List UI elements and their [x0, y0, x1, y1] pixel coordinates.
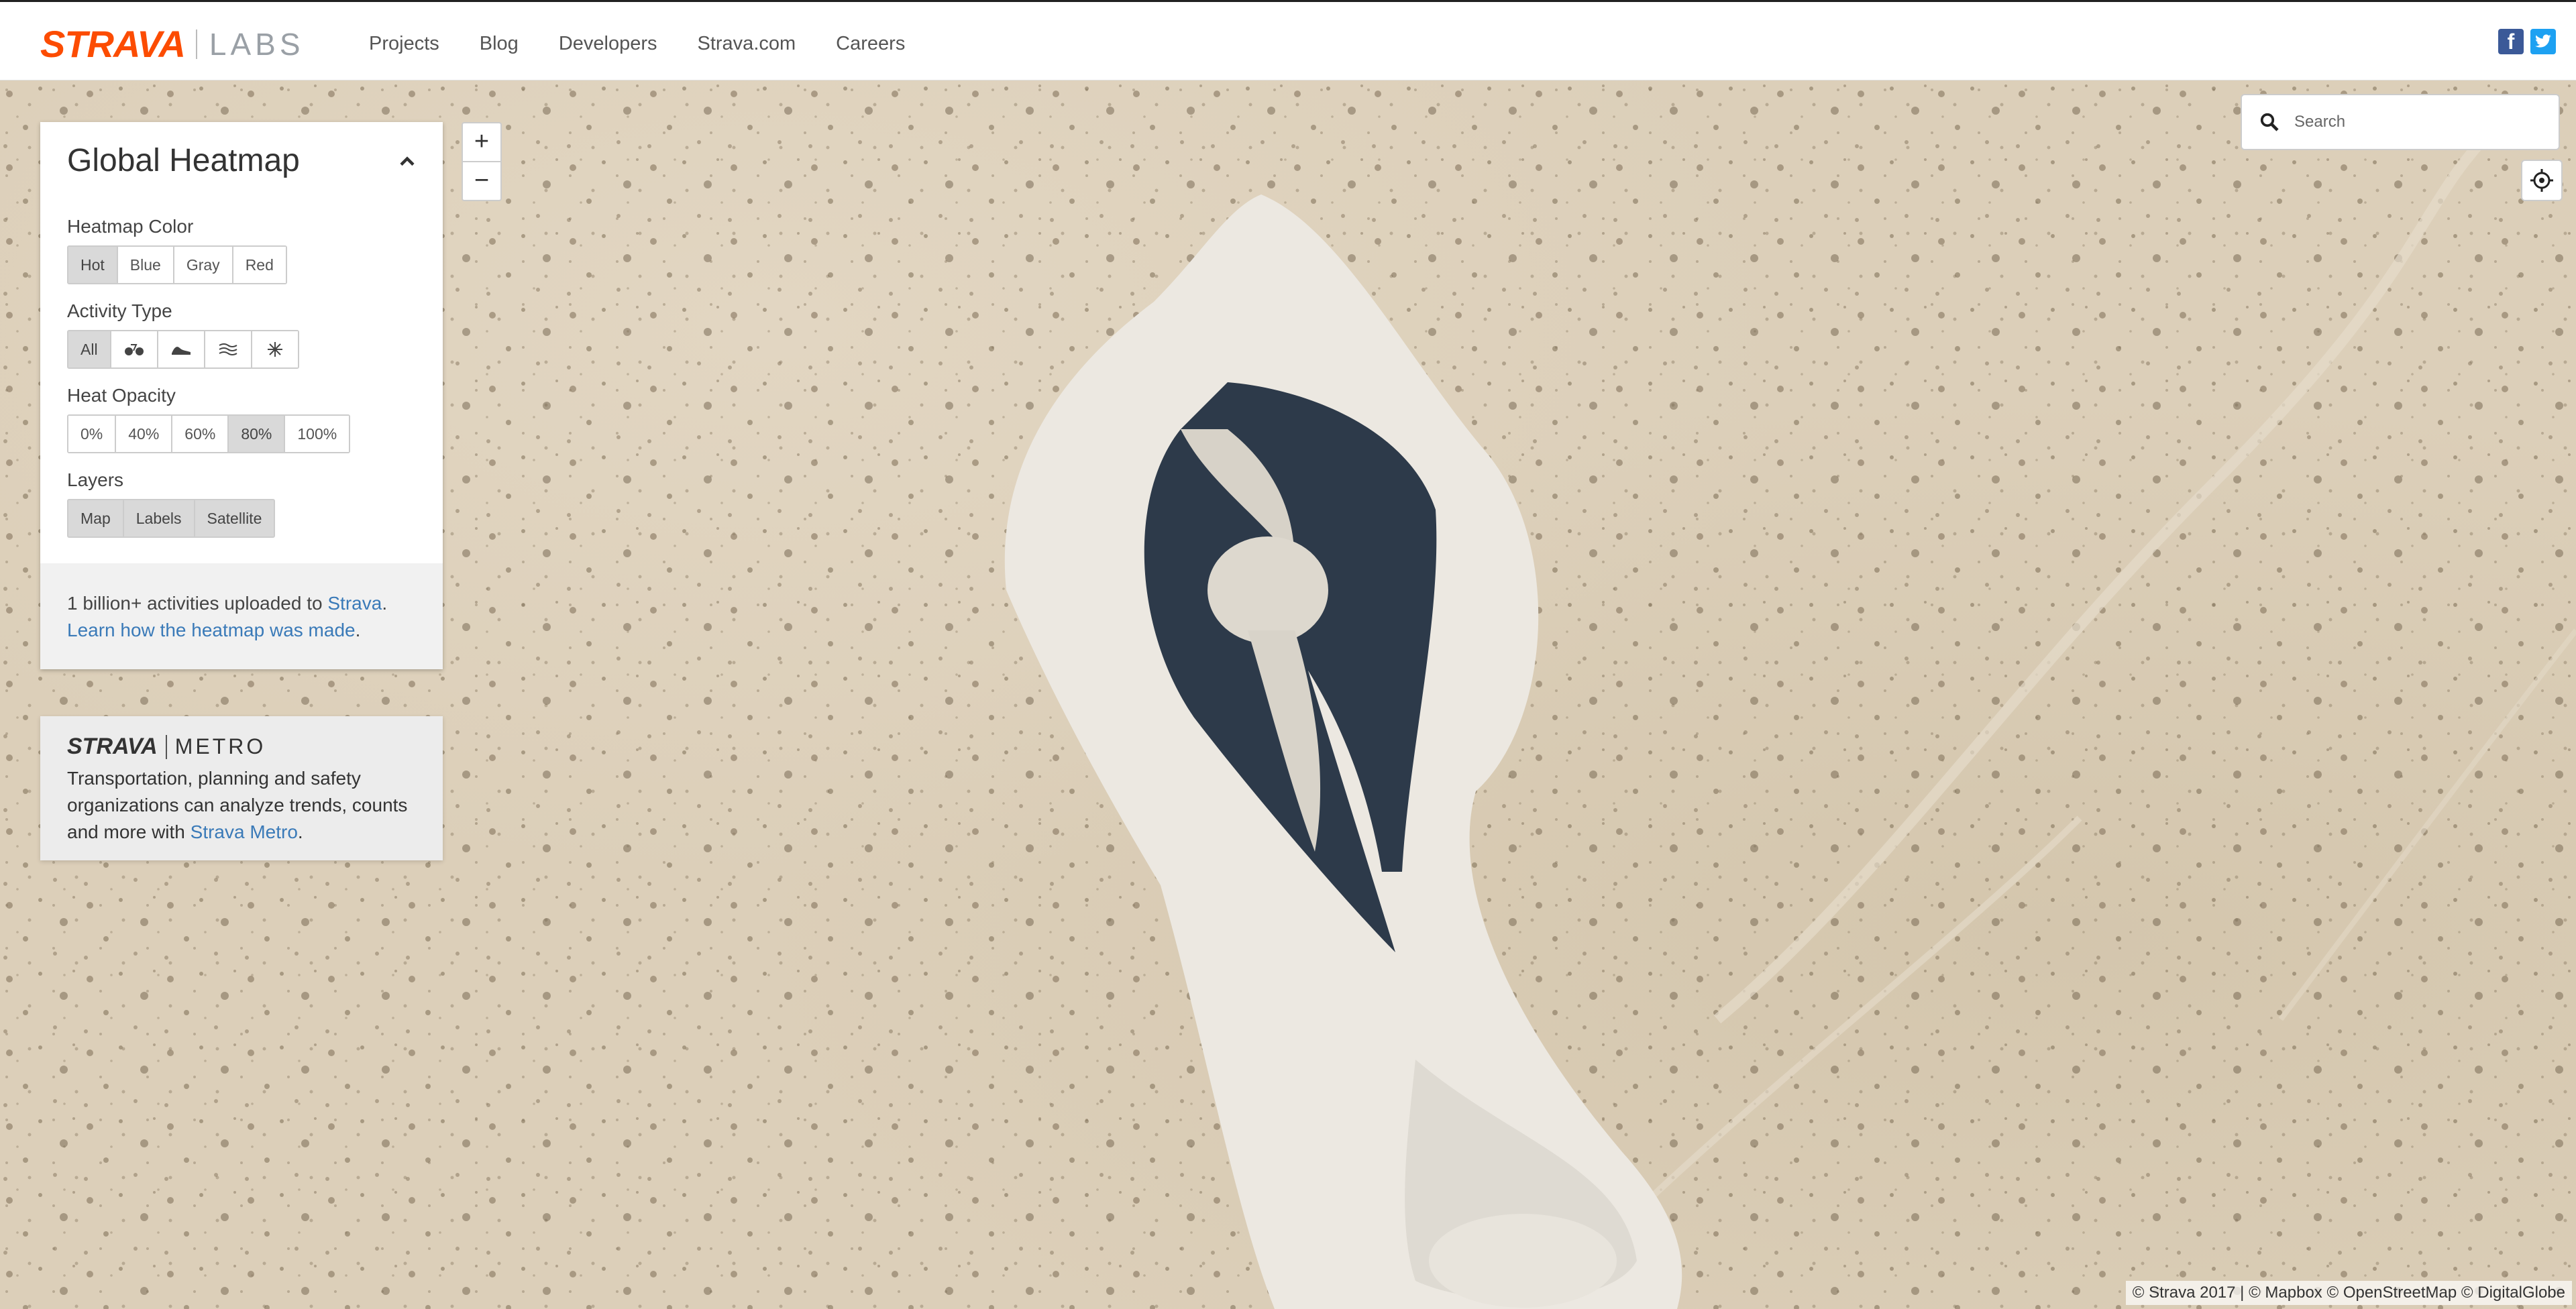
logo-divider	[195, 29, 197, 59]
metro-description: Transportation, planning and safety orga…	[67, 765, 416, 846]
info-text: 1 billion+ activities uploaded to	[67, 593, 328, 614]
facebook-icon[interactable]: f	[2498, 29, 2524, 54]
nav-link-strava-com[interactable]: Strava.com	[698, 30, 796, 57]
nav-link-blog[interactable]: Blog	[480, 30, 519, 57]
panel-title: Global Heatmap	[67, 143, 300, 178]
locate-me-button[interactable]	[2521, 160, 2563, 201]
winter-icon[interactable]	[252, 331, 298, 367]
heatmap-color-group: Hot Blue Gray Red	[67, 245, 287, 284]
strava-logo-text: STRAVA	[40, 23, 186, 65]
opacity-option-60[interactable]: 60%	[172, 416, 229, 452]
nav-link-developers[interactable]: Developers	[559, 30, 657, 57]
layer-option-labels[interactable]: Labels	[123, 500, 195, 536]
chevron-up-icon[interactable]	[397, 152, 417, 172]
strava-metro-promo: STRAVA METRO Transportation, planning an…	[40, 716, 443, 860]
zoom-out-button[interactable]: −	[463, 161, 500, 200]
activity-type-section: Activity Type All	[40, 300, 443, 369]
top-navigation-bar: STRAVA LABS Projects Blog Developers Str…	[0, 0, 2576, 80]
strava-link[interactable]: Strava	[327, 593, 382, 614]
map-search-box	[2241, 94, 2560, 150]
nav-link-projects[interactable]: Projects	[369, 30, 439, 57]
map-attribution[interactable]: © Strava 2017 | © Mapbox © OpenStreetMap…	[2125, 1281, 2572, 1305]
strava-metro-logo: STRAVA METRO	[67, 734, 416, 760]
crosshair-icon	[2530, 169, 2553, 192]
heat-opacity-section: Heat Opacity 0% 40% 60% 80% 100%	[40, 385, 443, 453]
opacity-option-80[interactable]: 80%	[229, 416, 286, 452]
metro-logo-strava: STRAVA	[67, 734, 158, 759]
color-option-gray[interactable]: Gray	[174, 247, 233, 283]
heatmap-info: 1 billion+ activities uploaded to Strava…	[40, 563, 443, 669]
social-links: f	[2498, 29, 2556, 54]
strava-metro-link[interactable]: Strava Metro	[191, 821, 298, 842]
metro-logo-divider	[165, 734, 167, 759]
opacity-option-100[interactable]: 100%	[285, 416, 350, 452]
search-input[interactable]	[2293, 112, 2551, 132]
heat-opacity-group: 0% 40% 60% 80% 100%	[67, 414, 351, 453]
water-icon[interactable]	[205, 331, 252, 367]
color-option-red[interactable]: Red	[233, 247, 286, 283]
opacity-option-40[interactable]: 40%	[116, 416, 173, 452]
color-option-blue[interactable]: Blue	[117, 247, 174, 283]
heatmap-settings-panel: Global Heatmap Heatmap Color Hot Blue Gr…	[40, 122, 443, 669]
learn-period: .	[355, 620, 361, 640]
run-icon[interactable]	[158, 331, 205, 367]
heatmap-color-label: Heatmap Color	[67, 216, 194, 237]
opacity-option-0[interactable]: 0%	[68, 416, 117, 452]
layers-label: Layers	[67, 469, 124, 490]
twitter-icon[interactable]	[2530, 29, 2556, 54]
panel-header: Global Heatmap	[40, 122, 443, 200]
nav-link-careers[interactable]: Careers	[836, 30, 905, 57]
layers-section: Layers Map Labels Satellite	[40, 469, 443, 538]
strava-labs-logo[interactable]: STRAVA LABS	[40, 22, 305, 66]
layer-option-satellite[interactable]: Satellite	[195, 500, 274, 536]
zoom-in-button[interactable]: +	[463, 123, 500, 161]
color-option-hot[interactable]: Hot	[68, 247, 118, 283]
metro-logo-metro: METRO	[174, 734, 266, 758]
metro-period: .	[297, 821, 303, 842]
main-nav: Projects Blog Developers Strava.com Care…	[369, 30, 945, 57]
activity-option-all[interactable]: All	[68, 331, 111, 367]
zoom-controls: + −	[462, 122, 502, 201]
layers-group: Map Labels Satellite	[67, 499, 276, 538]
info-period: .	[382, 593, 388, 614]
heatmap-color-section: Heatmap Color Hot Blue Gray Red	[40, 216, 443, 284]
activity-type-label: Activity Type	[67, 300, 172, 321]
search-icon	[2260, 113, 2279, 131]
labs-logo-text: LABS	[209, 26, 305, 62]
heat-opacity-label: Heat Opacity	[67, 385, 176, 406]
bike-icon[interactable]	[111, 331, 158, 367]
learn-heatmap-link[interactable]: Learn how the heatmap was made	[67, 620, 356, 640]
layer-option-map[interactable]: Map	[68, 500, 124, 536]
activity-type-group: All	[67, 330, 299, 369]
